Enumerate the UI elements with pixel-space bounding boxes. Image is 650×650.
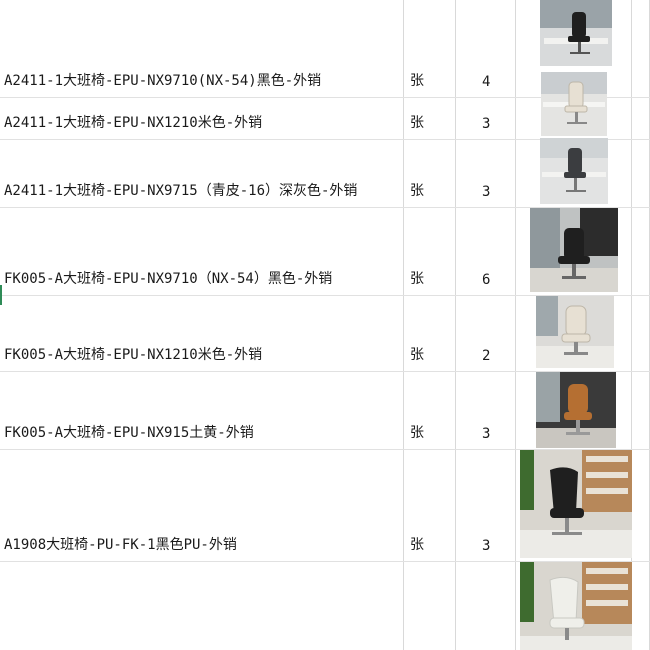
quantity: 3 (482, 426, 491, 442)
image-cell[interactable] (516, 296, 632, 372)
unit-cell[interactable]: 张 (404, 0, 456, 98)
office-chair-tan-icon[interactable] (536, 372, 616, 448)
image-cell[interactable] (516, 138, 632, 208)
image-cell[interactable] (516, 372, 632, 450)
product-name: A2411-1大班椅-EPU-NX1210米色-外销 (4, 115, 263, 131)
lounge-chair-white-icon[interactable] (520, 562, 632, 650)
office-chair-black-icon[interactable] (530, 208, 618, 292)
product-name-cell[interactable]: FK005-A大班椅-EPU-NX915土黄-外销 (0, 372, 404, 450)
quantity-cell[interactable]: 3 (456, 98, 516, 140)
quantity-cell[interactable]: 3 (456, 372, 516, 450)
unit-cell[interactable]: 张 (404, 140, 456, 208)
product-name-cell[interactable]: A1908大班椅-PU-FK-1黑色PU-外销 (0, 450, 404, 562)
office-chair-darkgray-icon[interactable] (540, 138, 608, 204)
table-row[interactable]: A2411-1大班椅-EPU-NX1210米色-外销 张 3 (0, 72, 650, 140)
quantity: 3 (482, 538, 491, 554)
quantity-cell[interactable]: 6 (456, 208, 516, 296)
product-name: FK005-A大班椅-EPU-NX1210米色-外销 (4, 347, 263, 363)
quantity-cell[interactable] (456, 562, 516, 650)
product-name-cell[interactable]: FK005-A大班椅-EPU-NX9710（NX-54）黑色-外销 (0, 208, 404, 296)
table-row[interactable]: FK005-A大班椅-EPU-NX1210米色-外销 张 2 (0, 296, 650, 372)
quantity: 6 (482, 272, 491, 288)
quantity: 4 (482, 74, 491, 90)
next-column-cell[interactable] (632, 296, 650, 372)
quantity-cell[interactable]: 3 (456, 450, 516, 562)
office-chair-black-icon[interactable] (540, 0, 612, 66)
office-chair-beige-icon[interactable] (536, 296, 614, 368)
next-column-cell[interactable] (632, 208, 650, 296)
product-name: A2411-1大班椅-EPU-NX9710(NX-54)黑色-外销 (4, 73, 322, 89)
next-column-cell[interactable] (632, 372, 650, 450)
table-row[interactable] (0, 562, 650, 650)
image-cell[interactable] (516, 450, 632, 562)
spreadsheet: A2411-1大班椅-EPU-NX9710(NX-54)黑色-外销 张 4 A2… (0, 0, 650, 650)
next-column-cell[interactable] (632, 0, 650, 98)
unit-cell[interactable] (404, 562, 456, 650)
next-column-cell[interactable] (632, 562, 650, 650)
unit-cell[interactable]: 张 (404, 450, 456, 562)
image-cell[interactable] (516, 562, 632, 650)
unit: 张 (410, 271, 424, 287)
quantity: 2 (482, 348, 491, 364)
unit: 张 (410, 425, 424, 441)
lounge-chair-black-icon[interactable] (520, 450, 632, 558)
product-name: FK005-A大班椅-EPU-NX9710（NX-54）黑色-外销 (4, 271, 333, 287)
unit: 张 (410, 347, 424, 363)
unit: 张 (410, 115, 424, 131)
product-name-cell[interactable]: A2411-1大班椅-EPU-NX9715（青皮-16）深灰色-外销 (0, 140, 404, 208)
product-name-cell[interactable]: FK005-A大班椅-EPU-NX1210米色-外销 (0, 296, 404, 372)
product-name-cell[interactable]: A2411-1大班椅-EPU-NX9710(NX-54)黑色-外销 (0, 0, 404, 98)
product-name-cell[interactable]: A2411-1大班椅-EPU-NX1210米色-外销 (0, 98, 404, 140)
table-row[interactable]: FK005-A大班椅-EPU-NX9710（NX-54）黑色-外销 张 6 (0, 208, 650, 296)
next-column-cell[interactable] (632, 450, 650, 562)
office-chair-beige-icon[interactable] (541, 72, 607, 136)
next-column-cell[interactable] (632, 98, 650, 140)
unit-cell[interactable]: 张 (404, 296, 456, 372)
quantity: 3 (482, 116, 491, 132)
table-row[interactable]: A1908大班椅-PU-FK-1黑色PU-外销 张 3 (0, 450, 650, 562)
quantity: 3 (482, 184, 491, 200)
quantity-cell[interactable]: 4 (456, 0, 516, 98)
quantity-cell[interactable]: 3 (456, 140, 516, 208)
product-name-cell[interactable] (0, 562, 404, 650)
unit-cell[interactable]: 张 (404, 208, 456, 296)
table-row[interactable]: A2411-1大班椅-EPU-NX9715（青皮-16）深灰色-外销 张 3 (0, 138, 650, 208)
image-cell[interactable] (516, 208, 632, 296)
cut-copy-indicator (0, 285, 2, 305)
table-row[interactable]: FK005-A大班椅-EPU-NX915土黄-外销 张 3 (0, 372, 650, 450)
image-cell[interactable] (516, 72, 632, 140)
unit: 张 (410, 183, 424, 199)
product-name: FK005-A大班椅-EPU-NX915土黄-外销 (4, 425, 254, 441)
next-column-cell[interactable] (632, 140, 650, 208)
unit-cell[interactable]: 张 (404, 98, 456, 140)
product-name: A1908大班椅-PU-FK-1黑色PU-外销 (4, 537, 237, 553)
product-name: A2411-1大班椅-EPU-NX9715（青皮-16）深灰色-外销 (4, 183, 358, 199)
unit: 张 (410, 73, 424, 89)
unit-cell[interactable]: 张 (404, 372, 456, 450)
quantity-cell[interactable]: 2 (456, 296, 516, 372)
unit: 张 (410, 537, 424, 553)
